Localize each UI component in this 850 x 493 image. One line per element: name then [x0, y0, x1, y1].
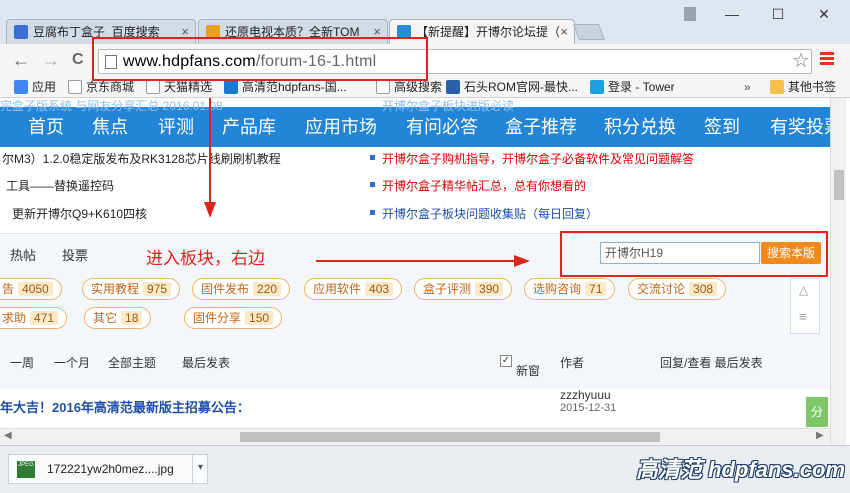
thread-date: 2015-12-31	[560, 402, 617, 414]
reload-icon[interactable]: C	[72, 50, 84, 70]
scroll-left-icon[interactable]: ◀	[4, 430, 12, 441]
nav-checkin[interactable]: 签到	[704, 113, 740, 139]
apps-grid-icon	[14, 80, 28, 94]
nav-box-recommend[interactable]: 盒子推荐	[505, 113, 577, 139]
profile-icon[interactable]	[676, 0, 704, 28]
filter-all[interactable]: 全部主题	[108, 354, 156, 371]
folder-icon	[770, 80, 784, 94]
tag-help[interactable]: 求助 471	[0, 307, 68, 329]
chrome-menu-icon[interactable]	[820, 50, 834, 68]
news-link[interactable]: 开博尔盒子购机指导，开博尔盒子必备软件及常见问题解答	[368, 150, 694, 167]
news-link[interactable]: 开博尔盒子板块问题收集贴（每日回复）	[368, 205, 598, 222]
nav-products[interactable]: 产品库	[222, 113, 276, 139]
tag-firmware[interactable]: 固件发布 220	[192, 278, 291, 300]
page-content: 完盒子版系统 与网友分享汇总 2016.01.08 开博尔盒子板块进版必读 首页…	[0, 98, 830, 445]
bookmark-tmall[interactable]: 天猫精选	[146, 79, 212, 95]
scroll-thumb[interactable]	[834, 170, 844, 200]
forward-arrow-icon[interactable]: →	[42, 50, 60, 70]
filter-latest[interactable]: 最后发表	[182, 354, 230, 371]
download-menu-icon[interactable]: ▾	[192, 454, 208, 484]
page-icon	[376, 80, 390, 94]
jpeg-file-icon: JPEG	[17, 461, 35, 478]
vertical-scrollbar[interactable]	[830, 98, 846, 445]
site-nav: 完盒子版系统 与网友分享汇总 2016.01.08 开博尔盒子板块进版必读 首页…	[0, 99, 830, 147]
col-stats: 回复/查看 最后发表	[660, 356, 763, 370]
url-annotation-box	[92, 37, 428, 81]
filter-week[interactable]: 一周	[10, 354, 34, 371]
tower-icon	[590, 80, 604, 94]
bookmark-tower[interactable]: 登录 - Tower	[590, 79, 675, 95]
maximize-button[interactable]: ☐	[758, 0, 798, 28]
download-filename: 172221yw2h0mez....jpg	[47, 462, 174, 476]
tab-title: 【新提醒】开博尔论坛提（	[416, 25, 561, 39]
thread-filters: 一周 一个月 全部主题 最后发表 ✓ 新窗 作者 回复/查看 最后发表	[10, 354, 763, 378]
other-bookmarks[interactable]: 其他书签	[770, 79, 836, 95]
page-icon	[68, 80, 82, 94]
hdpfans-icon	[224, 80, 238, 94]
list-icon[interactable]: ≡	[799, 309, 807, 324]
baidu-paw-icon	[14, 25, 28, 39]
triangle-up-icon[interactable]: △	[799, 283, 808, 297]
download-item[interactable]: JPEG 172221yw2h0mez....jpg ▾	[8, 454, 208, 484]
nav-qa[interactable]: 有问必答	[406, 113, 478, 139]
ghost-text: 开博尔盒子板块进版必读	[382, 99, 515, 113]
horizontal-scrollbar[interactable]: ◀ ▶	[0, 428, 830, 445]
nav-app-market[interactable]: 应用市场	[305, 113, 377, 139]
checkmark-icon: ✓	[500, 355, 512, 367]
new-tab-button[interactable]	[573, 24, 605, 40]
col-author: 作者	[560, 356, 585, 370]
annotation-text: 进入板块，右边	[146, 249, 265, 268]
view-toggle: △ ≡	[790, 278, 820, 334]
tag-tutorial[interactable]: 实用教程 975	[82, 278, 181, 300]
thread-title[interactable]: 年大吉！2016年高清范最新版主招募公告：	[0, 397, 250, 416]
bookmark-jd[interactable]: 京东商城	[68, 79, 134, 95]
bookmark-star-icon[interactable]: ☆	[792, 48, 810, 73]
tag-discussion[interactable]: 交流讨论 308	[628, 278, 727, 300]
tab-hot[interactable]: 热帖	[10, 245, 36, 264]
close-tab-icon[interactable]: ×	[560, 20, 568, 44]
back-arrow-icon[interactable]: ←	[12, 50, 30, 70]
tag-other[interactable]: 其它 18	[84, 307, 152, 329]
close-window-button[interactable]: ✕	[804, 0, 844, 28]
nav-review[interactable]: 评测	[158, 113, 194, 139]
bookmark-hdpfans[interactable]: 高清范hdpfans-国...	[224, 79, 347, 95]
minimize-button[interactable]: —	[712, 0, 752, 28]
nav-home[interactable]: 首页	[28, 113, 64, 139]
ghost-text: 完盒子版系统 与网友分享汇总 2016.01.08	[0, 99, 223, 113]
scroll-right-icon[interactable]: ▶	[816, 430, 824, 441]
annotation-box	[560, 231, 828, 277]
side-share-button[interactable]: 分	[806, 397, 828, 427]
news-link[interactable]: 工具——替换遥控码	[6, 177, 114, 194]
tag-apps[interactable]: 应用软件 403	[304, 278, 403, 300]
nav-vote[interactable]: 有奖投票	[770, 113, 830, 139]
news-link[interactable]: 尔M3）1.2.0稳定版发布及RK3128芯片线刷刷机教程	[2, 150, 281, 167]
thread-author[interactable]: zzzhyuuu	[560, 388, 611, 402]
tag-purchase[interactable]: 选购咨询 71	[524, 278, 616, 300]
news-link[interactable]: 开博尔盒子精华帖汇总，总有你想看的	[368, 177, 586, 194]
filter-month[interactable]: 一个月	[54, 354, 90, 371]
bookmark-advanced-search[interactable]: 高级搜索	[376, 79, 442, 95]
nav-points[interactable]: 积分兑换	[604, 113, 676, 139]
tab-poll[interactable]: 投票	[62, 245, 88, 264]
bookmark-shitou-rom[interactable]: 石头ROM官网-最快...	[446, 79, 578, 95]
tag-firmware-share[interactable]: 固件分享 150	[184, 307, 283, 329]
rom-icon	[446, 80, 460, 94]
bookmarks-overflow-icon[interactable]: »	[744, 79, 751, 95]
nav-focus[interactable]: 焦点	[92, 113, 128, 139]
page-icon	[146, 80, 160, 94]
watermark: 高清范 hdpfans.com	[636, 457, 846, 482]
bookmark-apps[interactable]: 应用	[14, 79, 56, 95]
tag-box-review[interactable]: 盒子评测 390	[414, 278, 513, 300]
scroll-thumb[interactable]	[240, 432, 660, 442]
tag-announcement[interactable]: 告 4050	[0, 278, 62, 300]
news-link[interactable]: 更新开博尔Q9+K610四核	[12, 205, 147, 222]
